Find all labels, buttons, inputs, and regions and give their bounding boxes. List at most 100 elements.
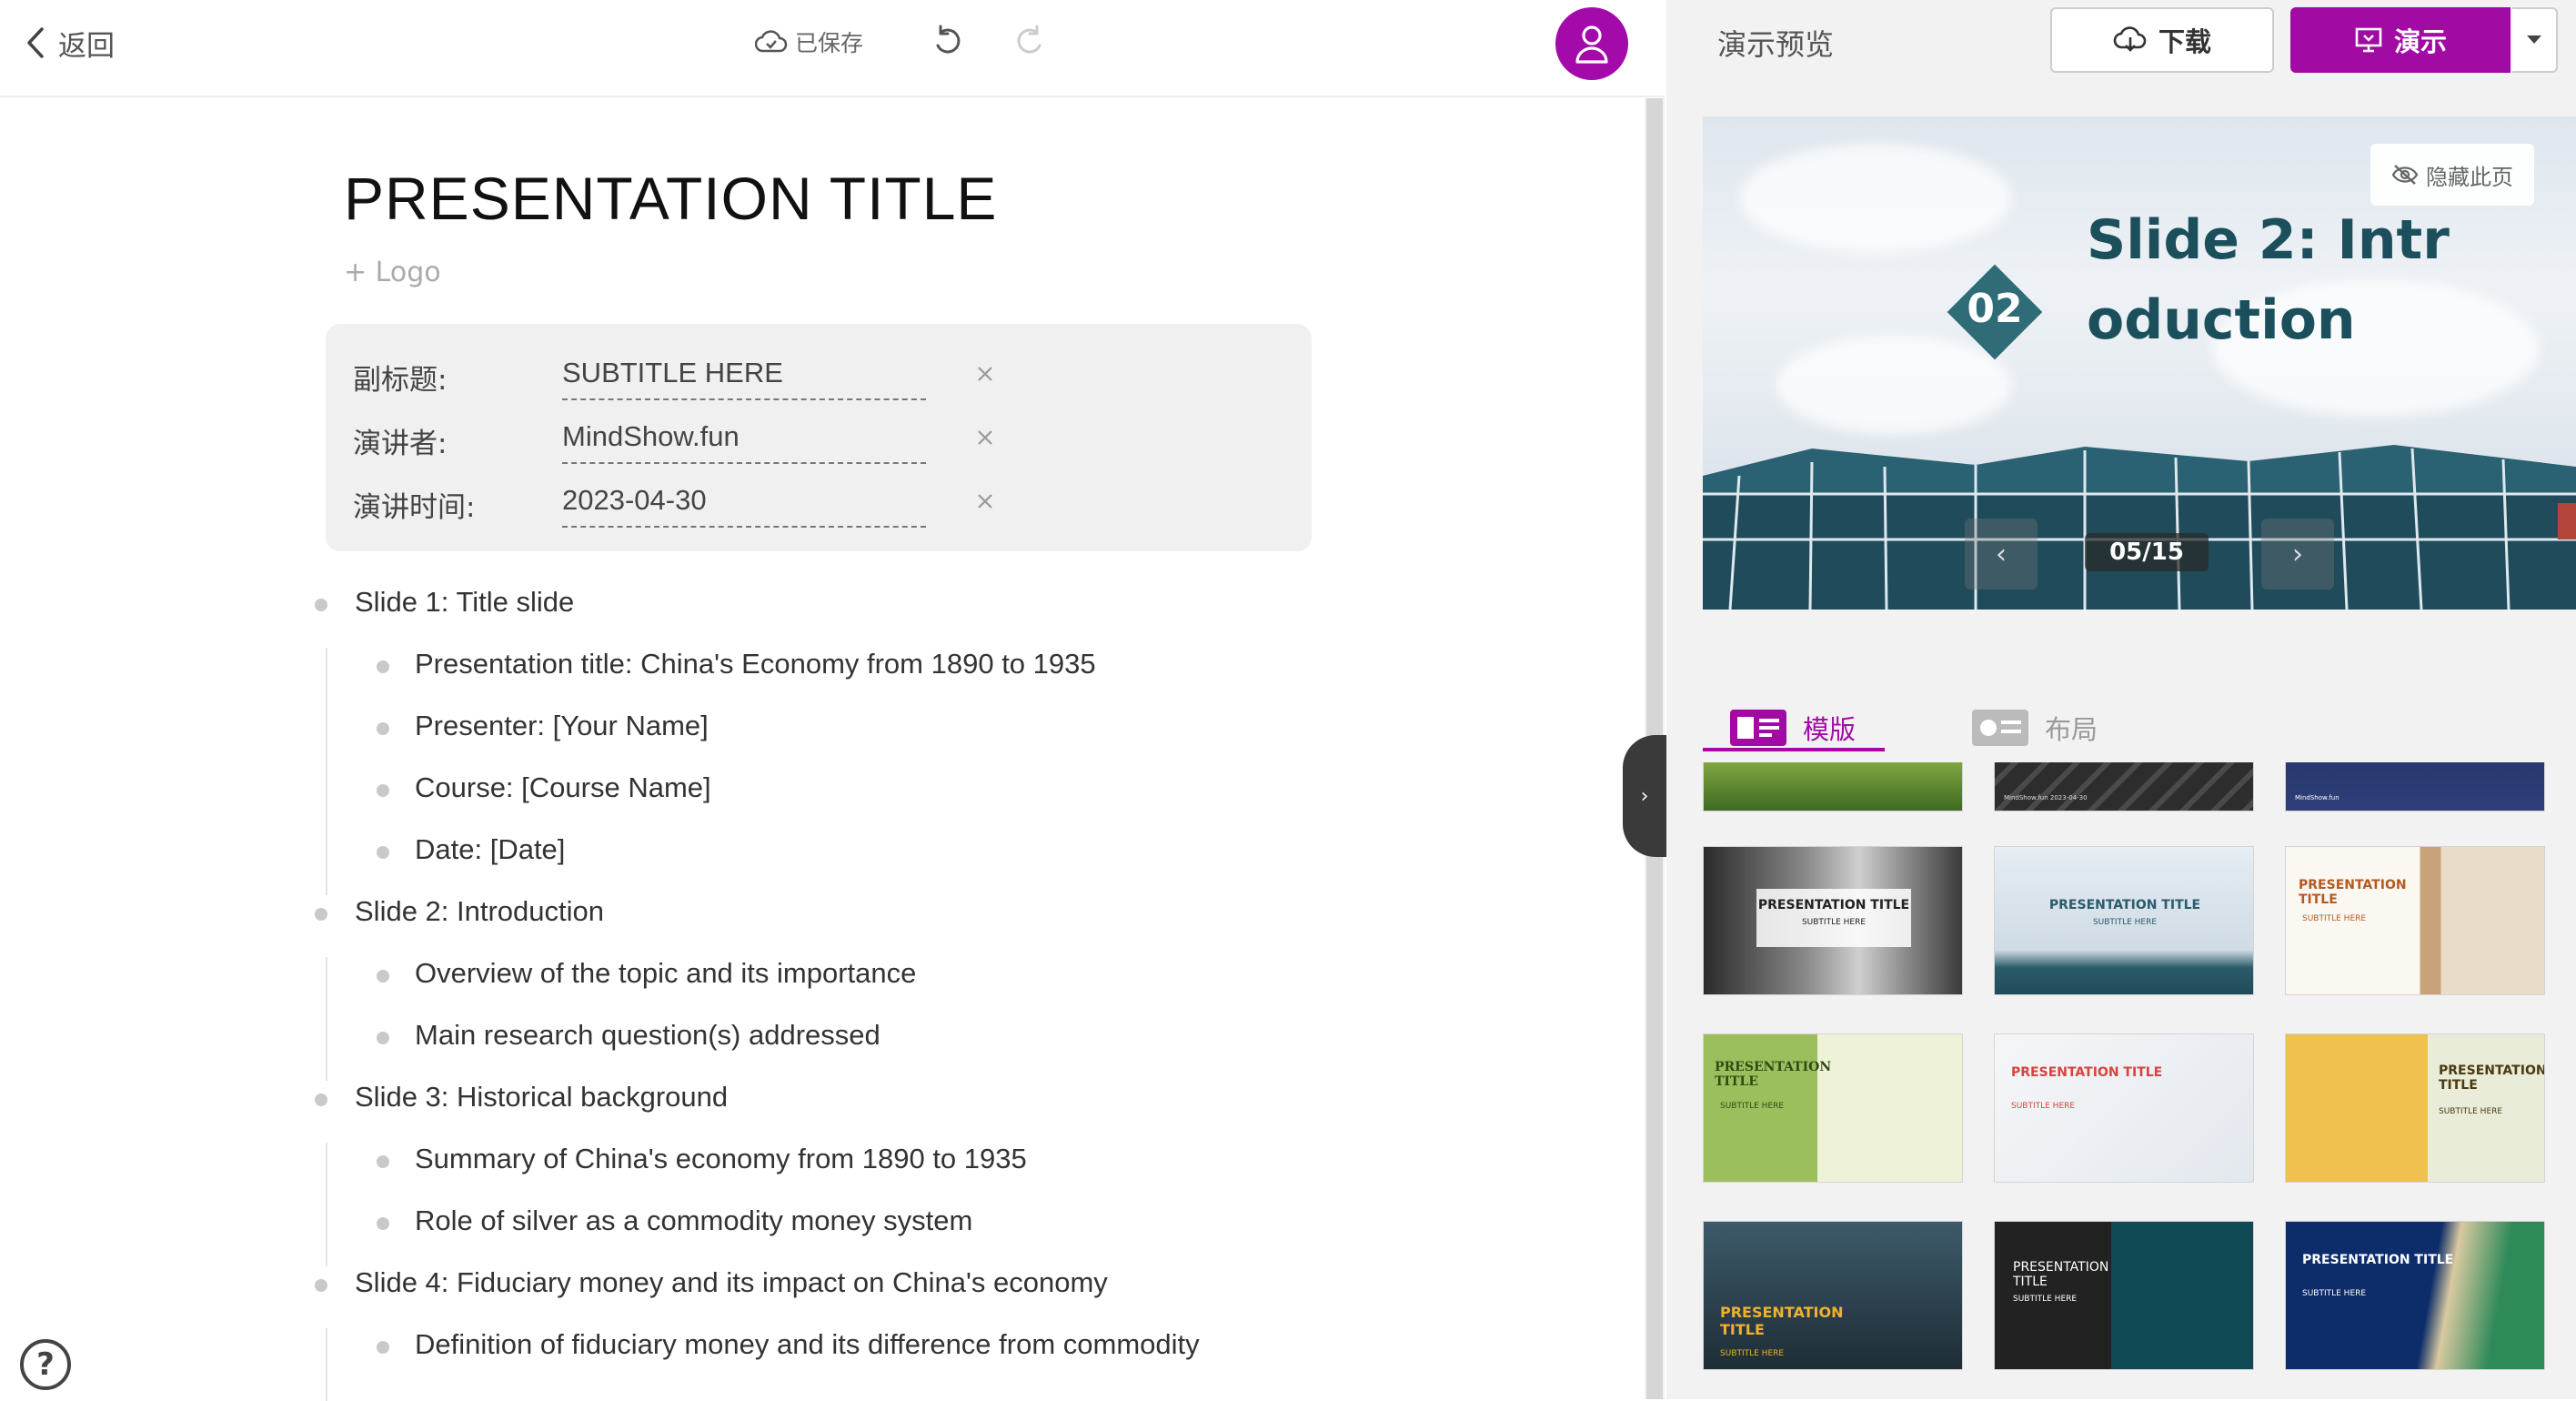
outline-guide (326, 957, 327, 1081)
template-thumbnail[interactable]: PRESENTATION TITLE SUBTITLE HERE (1703, 1221, 1963, 1370)
hide-page-button[interactable]: 隐藏此页 (2370, 144, 2534, 206)
outline-slide-item[interactable]: Slide 4: Fiduciary money and its impact … (355, 1266, 1108, 1303)
redo-icon[interactable] (1011, 24, 1048, 60)
slide-heading: Slide 2: Introduction (2087, 208, 2450, 352)
present-dropdown[interactable] (2512, 7, 2558, 73)
thumbnail-subtitle: SUBTITLE HERE (2302, 1289, 2367, 1298)
preview-panel: 演示预览 下载 演示 隐藏此页 02 Slide 2: Introduction… (1666, 0, 2576, 1399)
meta-label: 演讲者: (353, 428, 448, 460)
present-button[interactable]: 演示 (2290, 7, 2511, 73)
outline-subitem[interactable]: Date: [Date] (415, 833, 565, 870)
template-thumbnail[interactable]: PRESENTATION TITLE SUBTITLE HERE (2285, 1033, 2545, 1183)
next-slide-button[interactable]: › (2261, 519, 2334, 590)
outline-slide-item[interactable]: Slide 1: Title slide (355, 586, 574, 622)
outline-bullet[interactable] (377, 1341, 389, 1354)
outline-bullet[interactable] (377, 1217, 389, 1230)
template-thumbnail[interactable]: PRESENTATION TITLE SUBTITLE HERE (1703, 1033, 1963, 1183)
subtitle-field[interactable]: SUBTITLE HERE (562, 357, 926, 400)
template-thumbnail[interactable]: PRESENTATION TITLE SUBTITLE HERE (2285, 846, 2545, 995)
layout-icon (1972, 710, 2028, 746)
thumbnail-subtitle: MindShow.fun 2023-04-30 (2004, 794, 2088, 801)
hide-page-label: 隐藏此页 (2426, 164, 2513, 190)
template-icon (1730, 710, 1786, 746)
download-cloud-icon (2113, 26, 2147, 52)
template-thumbnail[interactable]: MindShow.fun 2023-04-30 (1994, 762, 2254, 811)
eye-off-icon (2391, 165, 2419, 185)
add-logo-link[interactable]: + Logo (344, 257, 441, 288)
slide-number: 02 (1967, 286, 2023, 332)
template-thumbnail[interactable]: PRESENTATION TITLE SUBTITLE HERE (1994, 1221, 2254, 1370)
outline-bullet[interactable] (377, 722, 389, 735)
outline-slide-item[interactable]: Slide 2: Introduction (355, 895, 604, 932)
outline-subitem[interactable]: Presentation title: China's Economy from… (415, 648, 1096, 684)
outline-subitem[interactable]: Role of silver as a commodity money syst… (415, 1204, 972, 1241)
thumbnail-title: PRESENTATION TITLE (2439, 1063, 2545, 1093)
template-thumbnail[interactable]: PRESENTATION TITLE SUBTITLE HERE (1994, 1033, 2254, 1183)
outline-bullet[interactable] (315, 1279, 327, 1292)
outline-slide-item[interactable]: Slide 3: Historical background (355, 1081, 728, 1117)
outline-subitem[interactable]: Overview of the topic and its importance (415, 957, 916, 993)
template-tabs: 模版 布局 (1666, 644, 2576, 753)
collapse-panel-button[interactable]: › (1623, 735, 1666, 857)
undo-icon[interactable] (930, 24, 966, 60)
outline-guide (326, 648, 327, 895)
outline-subitem[interactable]: Summary of China's economy from 1890 to … (415, 1143, 1027, 1179)
thumbnail-subtitle: SUBTITLE HERE (1720, 1102, 1785, 1111)
outline-bullet[interactable] (377, 970, 389, 983)
template-thumbnail[interactable]: PRESENTATION TITLE SUBTITLE HERE (1994, 846, 2254, 995)
presenter-field[interactable]: MindShow.fun (562, 420, 926, 464)
close-icon[interactable] (971, 360, 999, 388)
thumbnail-subtitle: SUBTITLE HERE (2013, 1295, 2078, 1304)
template-thumbnail[interactable] (1703, 762, 1963, 811)
thumbnail-title: PRESENTATION TITLE (1720, 1304, 1844, 1338)
tab-layout-label: 布局 (2045, 714, 2098, 745)
close-icon[interactable] (971, 424, 999, 451)
outline-bullet[interactable] (377, 1032, 389, 1044)
meta-label: 副标题: (353, 364, 448, 397)
outline-bullet[interactable] (377, 784, 389, 797)
presentation-title[interactable]: PRESENTATION TITLE (344, 164, 997, 233)
close-icon[interactable] (971, 488, 999, 515)
outline-bullet[interactable] (377, 846, 389, 859)
outline-subitem[interactable]: Main research question(s) addressed (415, 1019, 880, 1055)
outline-subitem[interactable]: Presenter: [Your Name] (415, 710, 709, 746)
template-thumbnail[interactable]: PRESENTATION TITLE SUBTITLE HERE (2285, 1221, 2545, 1370)
template-thumbnail[interactable]: PRESENTATION TITLE SUBTITLE HERE (1703, 846, 1963, 995)
back-button[interactable]: 返回 (25, 22, 115, 64)
template-thumbnail[interactable]: MindShow.fun (2285, 762, 2545, 811)
thumbnail-subtitle: SUBTITLE HERE (1801, 918, 1867, 927)
cloud-decor (1776, 335, 2012, 435)
help-button[interactable]: ? (20, 1339, 71, 1390)
prev-slide-button[interactable]: ‹ (1965, 519, 2038, 590)
outline-bullet[interactable] (315, 908, 327, 921)
tab-template-label: 模版 (1803, 714, 1857, 745)
user-icon (1575, 25, 1608, 64)
tab-layout[interactable]: 布局 (1972, 700, 2098, 755)
present-label: 演示 (2393, 26, 2447, 57)
outline-bullet[interactable] (377, 1155, 389, 1168)
thumbnail-subtitle: SUBTITLE HERE (2092, 918, 2158, 927)
thumbnail-title: PRESENTATION TITLE (1715, 1060, 1832, 1089)
caret-down-icon (2527, 35, 2541, 44)
outline-guide (326, 1328, 327, 1401)
preview-label: 演示预览 (1717, 27, 1835, 62)
meta-label: 演讲时间: (353, 491, 476, 524)
outline-subitem[interactable]: Course: [Course Name] (415, 771, 711, 808)
tab-template[interactable]: 模版 (1730, 700, 1856, 755)
outline-bullet[interactable] (377, 660, 389, 673)
thumbnail-subtitle: SUBTITLE HERE (2302, 914, 2367, 923)
thumbnail-title: PRESENTATION TITLE (2011, 1065, 2163, 1080)
outline-subitem[interactable]: Definition of fiduciary money and its di… (415, 1328, 1200, 1365)
user-avatar[interactable] (1555, 7, 1628, 80)
download-label: 下载 (2158, 26, 2211, 57)
outline-bullet[interactable] (315, 599, 327, 611)
date-field[interactable]: 2023-04-30 (562, 484, 926, 528)
thumbnail-title: PRESENTATION TITLE (2302, 1253, 2454, 1267)
editor-pane: 返回 已保存 PRESENTATION TITLE + Logo 副标题: SU… (0, 0, 1665, 1401)
outline-bullet[interactable] (315, 1094, 327, 1106)
save-status-label: 已保存 (795, 30, 864, 56)
slide-preview: 隐藏此页 02 Slide 2: Introduction ‹ › 05/15 (1703, 116, 2576, 610)
outline-guide (326, 1143, 327, 1266)
download-button[interactable]: 下载 (2050, 7, 2274, 73)
save-status: 已保存 (755, 25, 863, 58)
